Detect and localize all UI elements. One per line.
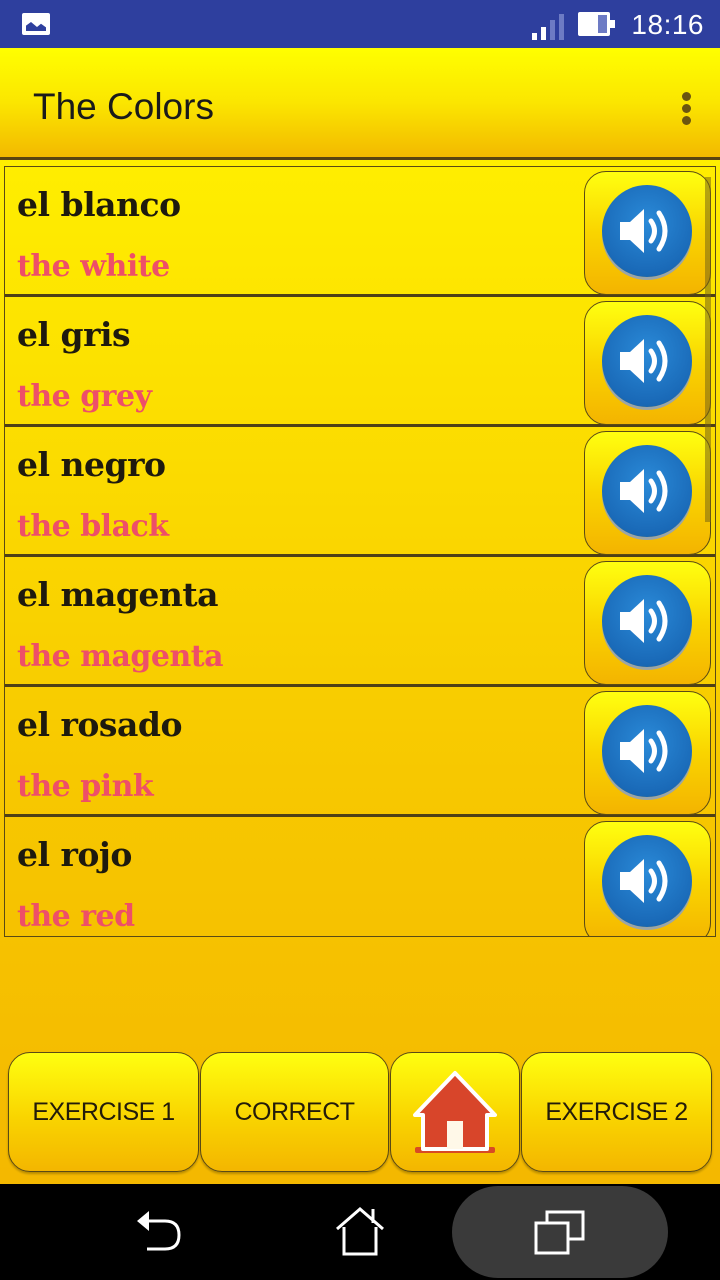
spanish-word: el negro xyxy=(17,445,166,484)
battery-icon xyxy=(578,12,615,36)
speaker-icon xyxy=(602,575,692,667)
list-item: el rojo the red xyxy=(5,817,715,936)
english-translation: the white xyxy=(17,249,170,284)
back-icon xyxy=(137,1211,181,1251)
status-bar: 18:16 xyxy=(0,0,720,48)
spanish-word: el gris xyxy=(17,315,131,354)
list-item: el blanco the white xyxy=(5,167,715,297)
list-item: el gris the grey xyxy=(5,297,715,427)
spanish-word: el rosado xyxy=(17,705,182,744)
status-time: 18:16 xyxy=(631,9,704,40)
app-bar: The Colors xyxy=(0,48,720,160)
vocabulary-list[interactable]: el blanco the white el gris the grey el … xyxy=(4,166,716,937)
page-title: The Colors xyxy=(33,86,214,127)
list-item: el magenta the magenta xyxy=(5,557,715,687)
speaker-icon xyxy=(602,835,692,927)
spanish-word: el rojo xyxy=(17,835,132,874)
play-audio-button[interactable] xyxy=(584,431,711,555)
list-item: el rosado the pink xyxy=(5,687,715,817)
exercise-2-button[interactable]: EXERCISE 2 xyxy=(521,1052,712,1172)
english-translation: the grey xyxy=(17,379,152,414)
speaker-icon xyxy=(602,315,692,407)
system-home-button[interactable] xyxy=(310,1184,410,1280)
english-translation: the black xyxy=(17,509,169,544)
house-icon xyxy=(413,1071,497,1153)
play-audio-button[interactable] xyxy=(584,561,711,685)
recents-icon xyxy=(534,1210,585,1255)
list-item: el negro the black xyxy=(5,427,715,557)
play-audio-button[interactable] xyxy=(584,821,711,936)
home-button[interactable] xyxy=(390,1052,520,1172)
correct-button[interactable]: CORRECT xyxy=(200,1052,389,1172)
system-nav-bar xyxy=(0,1184,720,1280)
overflow-menu-icon[interactable] xyxy=(680,92,692,128)
content-area: el blanco the white el gris the grey el … xyxy=(0,160,720,1184)
bottom-action-bar: EXERCISE 1 CORRECT EXERCISE 2 xyxy=(0,1052,720,1174)
exercise-2-label: EXERCISE 2 xyxy=(545,1097,688,1126)
back-button[interactable] xyxy=(110,1184,210,1280)
gallery-notification-icon xyxy=(22,13,50,35)
recents-button[interactable] xyxy=(452,1186,668,1278)
correct-label: CORRECT xyxy=(234,1097,355,1126)
list-scrollbar[interactable] xyxy=(705,177,711,522)
exercise-1-button[interactable]: EXERCISE 1 xyxy=(8,1052,199,1172)
home-icon xyxy=(336,1207,384,1256)
english-translation: the red xyxy=(17,899,135,934)
speaker-icon xyxy=(602,705,692,797)
english-translation: the magenta xyxy=(17,639,224,674)
play-audio-button[interactable] xyxy=(584,691,711,815)
speaker-icon xyxy=(602,185,692,277)
speaker-icon xyxy=(602,445,692,537)
english-translation: the pink xyxy=(17,769,154,804)
spanish-word: el blanco xyxy=(17,185,181,224)
play-audio-button[interactable] xyxy=(584,171,711,295)
signal-icon xyxy=(532,14,566,40)
exercise-1-label: EXERCISE 1 xyxy=(32,1097,175,1126)
play-audio-button[interactable] xyxy=(584,301,711,425)
spanish-word: el magenta xyxy=(17,575,219,614)
